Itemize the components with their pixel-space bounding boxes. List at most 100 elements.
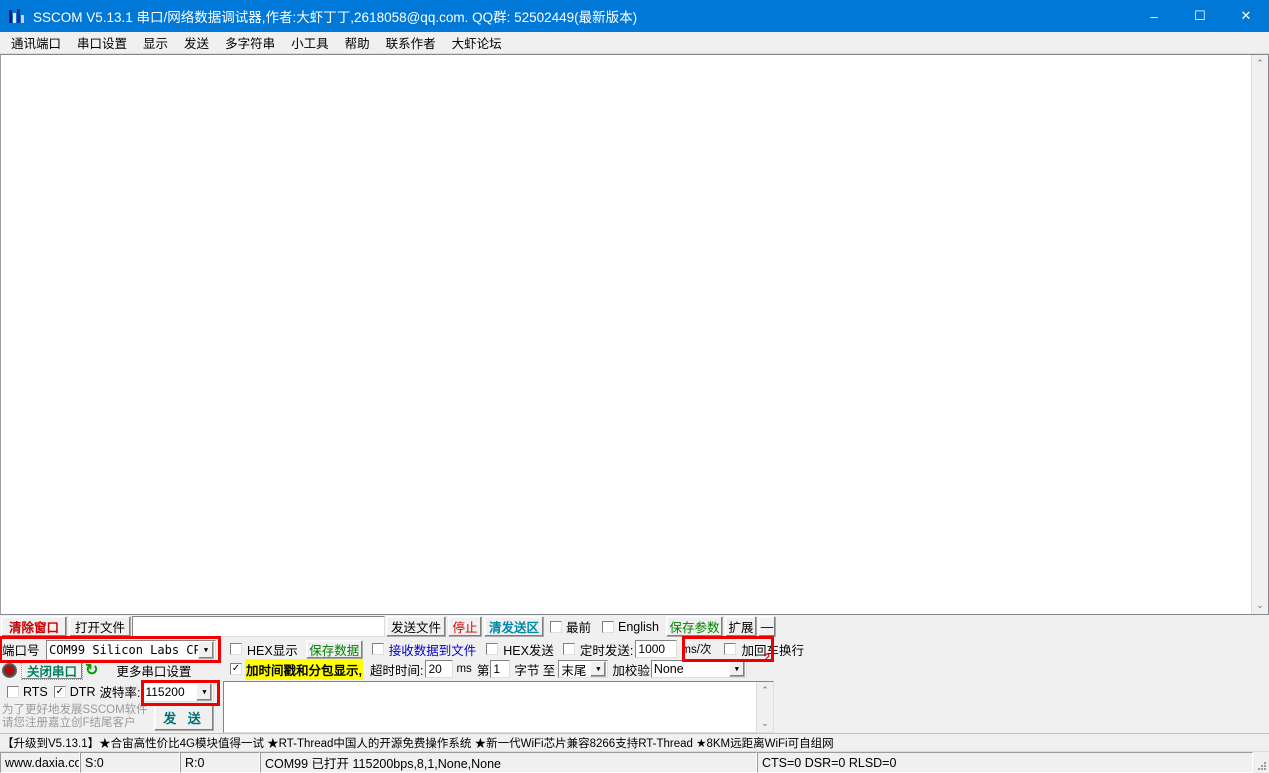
chevron-down-icon[interactable]: ▼ <box>196 683 212 701</box>
hex-send-label: HEX发送 <box>503 640 554 659</box>
file-path-input[interactable] <box>132 616 385 637</box>
dtr-checkbox[interactable]: ✓ <box>54 686 66 698</box>
topmost-label: 最前 <box>566 617 591 636</box>
scroll-track[interactable] <box>757 699 773 715</box>
status-received-count: R:0 <box>180 752 260 773</box>
timeout-input[interactable]: 20 <box>425 660 453 678</box>
byte-from-input[interactable]: 1 <box>490 660 510 678</box>
english-label: English <box>618 620 659 634</box>
port-select-row: 端口号 COM99 Silicon Labs CP210x ▼ <box>2 639 220 660</box>
save-params-button[interactable]: 保存参数 <box>666 616 723 637</box>
chevron-down-icon[interactable]: ▼ <box>198 641 214 659</box>
registration-promo: 为了更好地发展SSCOM软件 请您注册嘉立创F结尾客户 <box>2 704 154 730</box>
crlf-checkbox[interactable] <box>724 643 736 655</box>
checksum-select[interactable]: None ▼ <box>651 660 747 678</box>
advertisement-bar[interactable]: 【升级到V5.13.1】★合宙高性价比4G模块值得一试 ★RT-Thread中国… <box>0 733 1269 751</box>
scroll-down-icon[interactable]: ⌄ <box>757 715 773 732</box>
send-text-area[interactable] <box>224 682 756 732</box>
resize-grip-icon[interactable] <box>1253 752 1269 773</box>
hex-display-checkbox[interactable] <box>230 643 242 655</box>
flow-baud-row: RTS ✓ DTR 波特率: 115200 ▼ <box>2 681 220 702</box>
receive-scrollbar[interactable]: ⌃ ⌄ <box>1251 55 1268 614</box>
status-bar: www.daxia.com S:0 R:0 COM99 已打开 115200bp… <box>0 751 1269 773</box>
hex-display-label: HEX显示 <box>247 640 298 659</box>
window-controls: – ☐ ✕ <box>1131 0 1269 32</box>
menu-item-display[interactable]: 显示 <box>135 31 176 54</box>
rts-checkbox[interactable] <box>7 686 19 698</box>
send-button[interactable]: 发 送 <box>154 704 214 731</box>
scroll-track[interactable] <box>1252 72 1268 597</box>
baud-rate-label: 波特率: <box>99 682 140 701</box>
chevron-down-icon[interactable]: ▼ <box>729 661 745 677</box>
clear-window-button[interactable]: 清除窗口 <box>1 616 67 637</box>
english-checkbox[interactable] <box>602 621 614 633</box>
sscom-app-icon <box>9 8 25 24</box>
serial-port-settings: 端口号 COM99 Silicon Labs CP210x ▼ 关闭串口 ↻ 更… <box>0 639 220 732</box>
byte-from-label: 第 <box>477 660 490 679</box>
english-checkbox-group[interactable]: English <box>602 616 659 637</box>
port-label: 端口号 <box>2 640 46 659</box>
port-select[interactable]: COM99 Silicon Labs CP210x ▼ <box>46 640 216 660</box>
menu-item-forum[interactable]: 大虾论坛 <box>444 31 510 54</box>
stop-button[interactable]: 停止 <box>448 616 482 637</box>
promo-line-1: 为了更好地发展SSCOM软件 <box>2 704 154 717</box>
recv-to-file-checkbox[interactable] <box>372 643 384 655</box>
collapse-button[interactable]: — <box>758 616 776 637</box>
menu-item-send[interactable]: 发送 <box>176 31 217 54</box>
topmost-checkbox-group[interactable]: 最前 <box>550 616 591 637</box>
send-area-container: ⌃ ⌄ <box>223 681 774 733</box>
send-scrollbar[interactable]: ⌃ ⌄ <box>756 682 773 732</box>
scroll-down-icon[interactable]: ⌄ <box>1252 597 1268 614</box>
send-file-button[interactable]: 发送文件 <box>386 616 446 637</box>
menu-item-tools[interactable]: 小工具 <box>283 31 337 54</box>
menu-item-help[interactable]: 帮助 <box>337 31 378 54</box>
receive-area-container: ⌃ ⌄ <box>0 54 1269 615</box>
byte-to-value: 末尾 <box>561 660 590 678</box>
baud-rate-value: 115200 <box>145 685 196 699</box>
scroll-up-icon[interactable]: ⌃ <box>1252 55 1268 72</box>
timeout-label: 超时时间: <box>370 660 423 679</box>
crlf-label: 加回车换行 <box>741 640 804 659</box>
display-options-row: HEX显示 保存数据 接收数据到文件 HEX发送 定时发送: 1000 ms/次… <box>223 639 1269 659</box>
save-data-button[interactable]: 保存数据 <box>306 640 363 659</box>
checksum-value: None <box>654 662 729 676</box>
timestamp-checkbox[interactable]: ✓ <box>230 663 242 675</box>
status-port-info: COM99 已打开 115200bps,8,1,None,None <box>260 752 757 773</box>
receive-text-area[interactable] <box>1 55 1251 614</box>
timestamp-options-row: ✓ 加时间戳和分包显示, 超时时间: 20 ms 第 1 字节 至 末尾 ▼ 加… <box>223 659 1269 679</box>
baud-rate-select[interactable]: 115200 ▼ <box>142 682 214 702</box>
timed-send-interval-input[interactable]: 1000 <box>635 640 677 658</box>
clear-send-area-button[interactable]: 清发送区 <box>484 616 544 637</box>
byte-to-select[interactable]: 末尾 ▼ <box>558 660 608 678</box>
dtr-label: DTR <box>70 685 96 699</box>
menu-item-port-settings[interactable]: 串口设置 <box>69 31 135 54</box>
extend-button[interactable]: 扩展 <box>725 616 757 637</box>
more-port-settings-link[interactable]: 更多串口设置 <box>116 661 191 680</box>
scroll-up-icon[interactable]: ⌃ <box>757 682 773 699</box>
port-status-led-icon <box>2 663 17 678</box>
status-website[interactable]: www.daxia.com <box>0 752 80 773</box>
chevron-down-icon[interactable]: ▼ <box>590 661 606 677</box>
port-action-row: 关闭串口 ↻ 更多串口设置 <box>2 660 220 681</box>
sscom-window: SSCOM V5.13.1 串口/网络数据调试器,作者:大虾丁丁,2618058… <box>0 0 1269 773</box>
close-port-button[interactable]: 关闭串口 <box>21 661 83 680</box>
promo-send-row: 为了更好地发展SSCOM软件 请您注册嘉立创F结尾客户 发 送 <box>2 702 220 732</box>
timed-send-checkbox[interactable] <box>563 643 575 655</box>
timeout-unit-label: ms <box>456 663 471 675</box>
topmost-checkbox[interactable] <box>550 621 562 633</box>
minimize-icon[interactable]: – <box>1131 0 1177 32</box>
data-options-panel: HEX显示 保存数据 接收数据到文件 HEX发送 定时发送: 1000 ms/次… <box>220 639 1269 733</box>
title-bar: SSCOM V5.13.1 串口/网络数据调试器,作者:大虾丁丁,2618058… <box>0 0 1269 32</box>
menu-item-multistring[interactable]: 多字符串 <box>217 31 283 54</box>
menu-item-contact[interactable]: 联系作者 <box>378 31 444 54</box>
hex-send-checkbox[interactable] <box>486 643 498 655</box>
maximize-icon[interactable]: ☐ <box>1177 0 1223 32</box>
settings-body: 端口号 COM99 Silicon Labs CP210x ▼ 关闭串口 ↻ 更… <box>0 637 1269 733</box>
close-icon[interactable]: ✕ <box>1223 0 1269 32</box>
menu-item-comm-port[interactable]: 通讯端口 <box>3 31 69 54</box>
timestamp-label: 加时间戳和分包显示, <box>245 659 363 680</box>
file-toolbar: 清除窗口 打开文件 发送文件 停止 清发送区 最前 English 保存参数 扩… <box>0 615 1269 637</box>
refresh-ports-icon[interactable]: ↻ <box>85 663 98 679</box>
open-file-button[interactable]: 打开文件 <box>69 616 131 637</box>
status-sent-count: S:0 <box>80 752 180 773</box>
